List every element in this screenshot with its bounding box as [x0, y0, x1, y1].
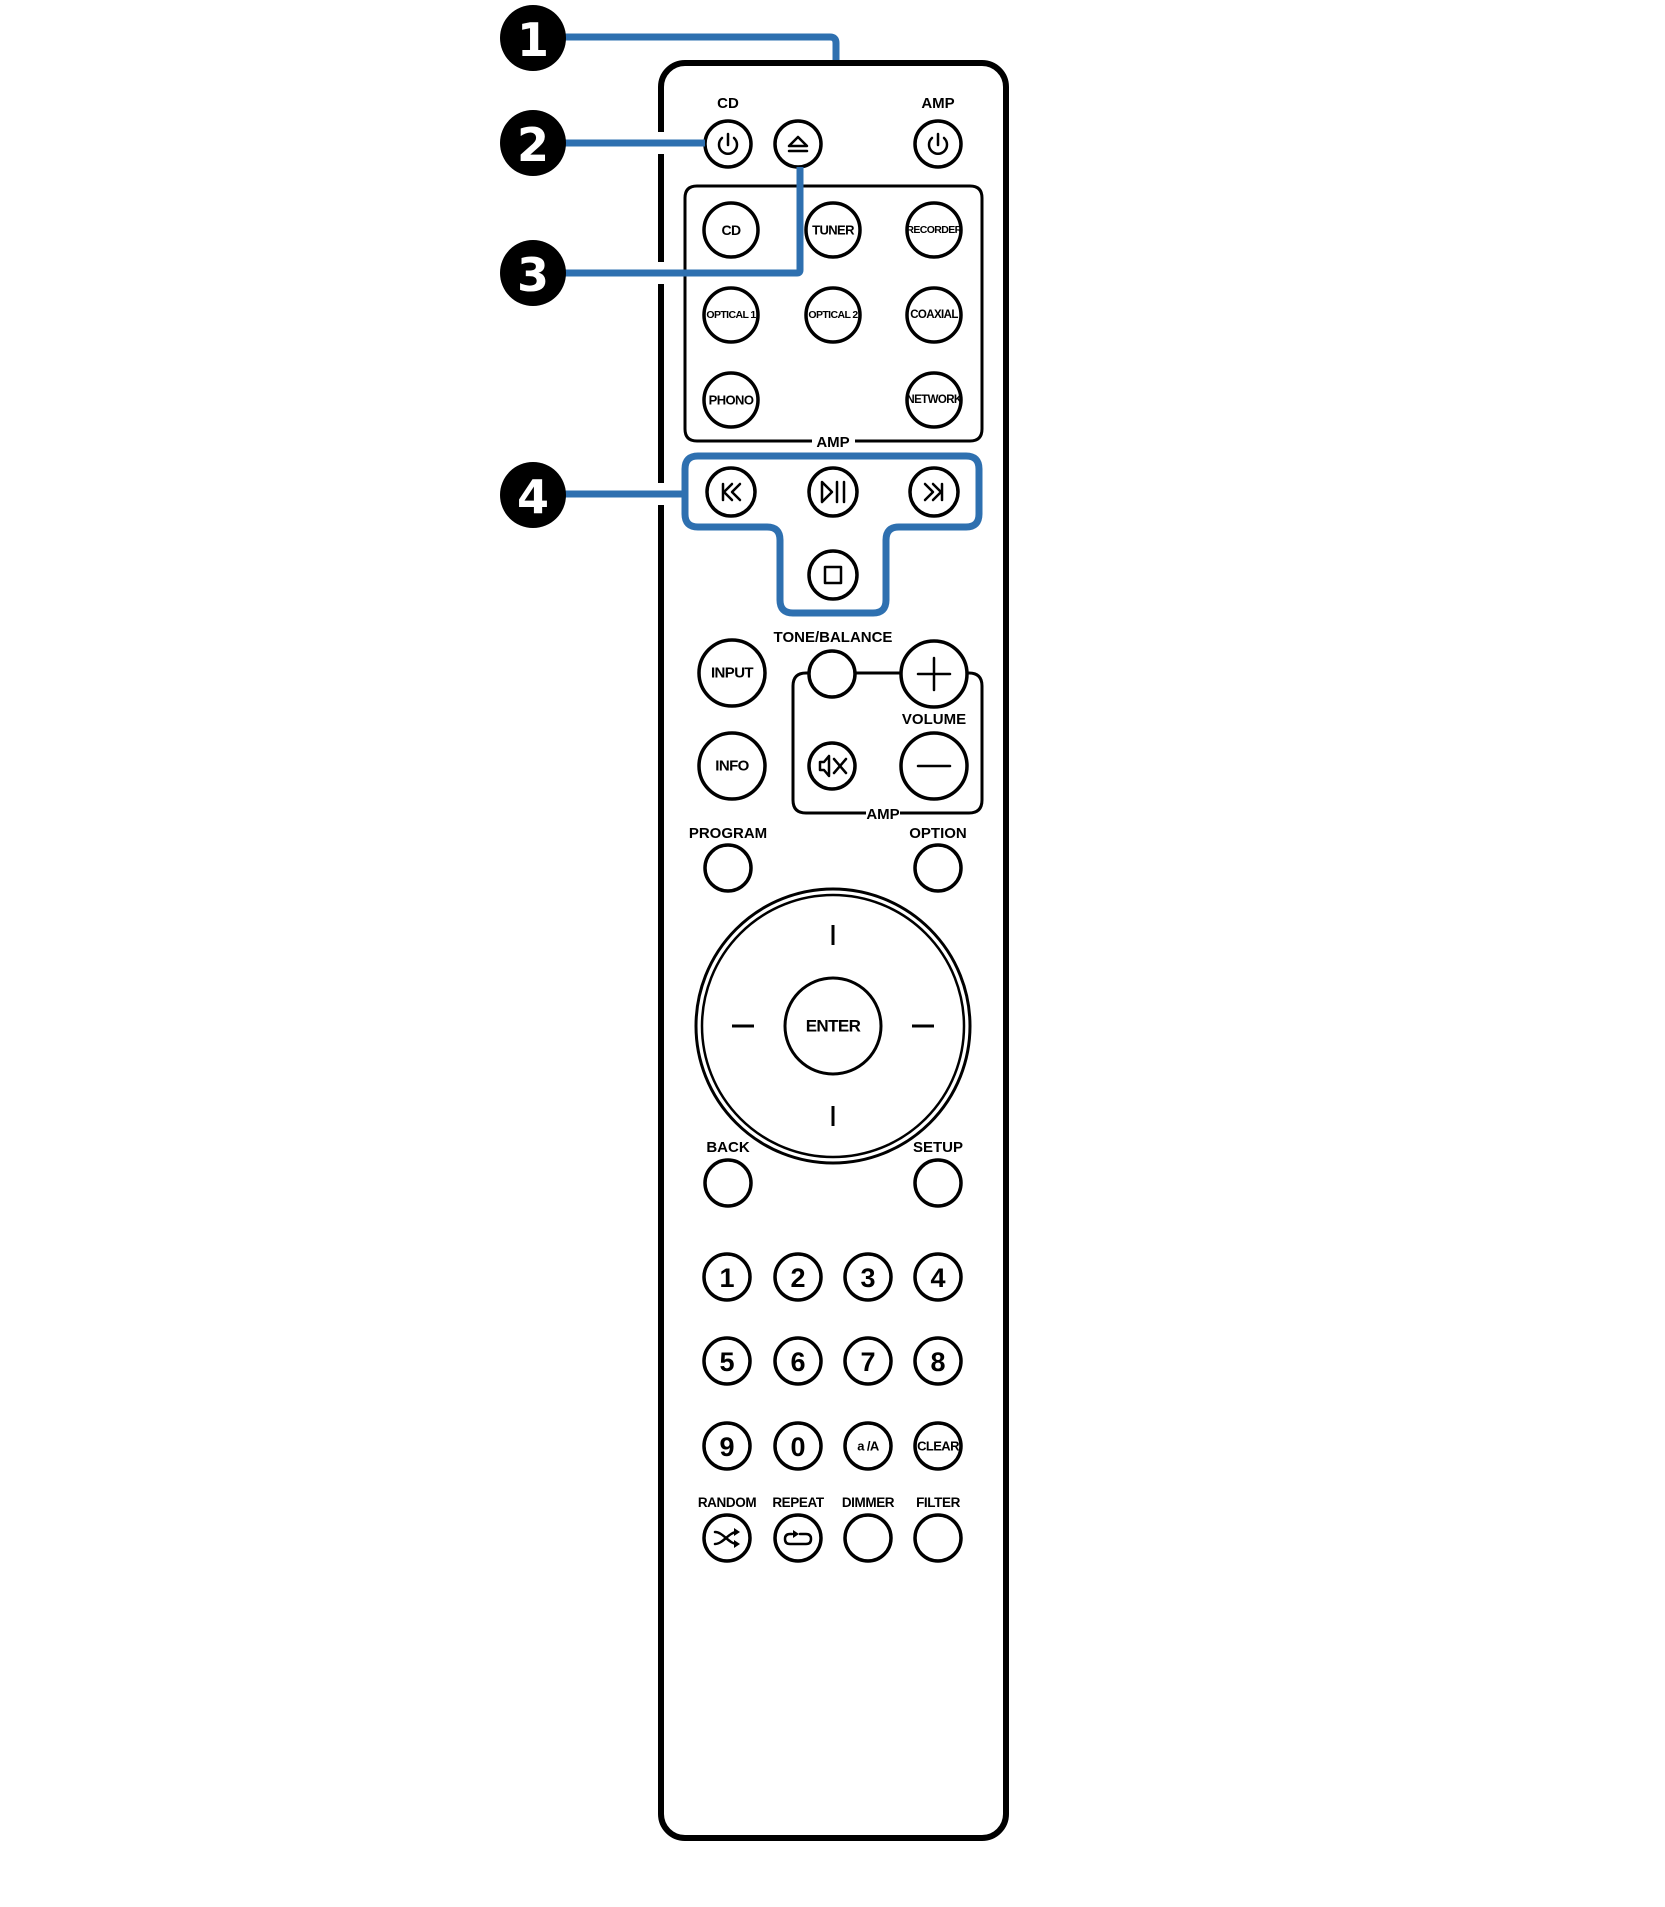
input-optical-1-button[interactable]: OPTICAL 1: [702, 286, 760, 344]
eject-button[interactable]: [773, 119, 823, 169]
input-button-label: PHONO: [709, 393, 754, 408]
random-label: RANDOM: [698, 1495, 756, 1510]
key-label: 2: [790, 1263, 805, 1293]
key-label: 3: [860, 1263, 875, 1293]
setup-button[interactable]: [913, 1158, 963, 1208]
input-phono-button[interactable]: PHONO: [702, 371, 760, 429]
key-label: CLEAR: [917, 1439, 960, 1454]
amp-power-button[interactable]: [913, 119, 963, 169]
callout-2-number: 2: [517, 118, 549, 172]
key-label: 5: [719, 1347, 734, 1377]
volume-down-button[interactable]: [899, 731, 969, 801]
key-clear-button[interactable]: CLEAR: [913, 1421, 963, 1471]
key-6-button[interactable]: 6: [773, 1336, 823, 1386]
key-7-button[interactable]: 7: [843, 1336, 893, 1386]
input-button-label: RECORDER: [906, 224, 962, 236]
setup-label: SETUP: [913, 1139, 963, 1156]
callout-3-number: 3: [517, 248, 549, 302]
volume-block-amp-label: AMP: [866, 806, 899, 823]
input-optical-2-button[interactable]: OPTICAL 2: [804, 286, 862, 344]
input-button-label: CD: [721, 222, 741, 238]
key-9-button[interactable]: 9: [702, 1421, 752, 1471]
volume-up-button[interactable]: [899, 639, 969, 709]
key-label: a /A: [857, 1439, 880, 1454]
enter-button[interactable]: ENTER: [783, 976, 883, 1076]
key-label: 7: [860, 1347, 875, 1377]
key-4-button[interactable]: 4: [913, 1252, 963, 1302]
input-block-amp-label: AMP: [816, 434, 849, 451]
input-network-button[interactable]: NETWORK: [905, 371, 963, 429]
callout-4-number: 4: [517, 470, 549, 524]
key-label: 1: [719, 1263, 734, 1293]
input-button[interactable]: INPUT: [697, 638, 767, 708]
amp-power-label: AMP: [921, 95, 954, 112]
cd-power-button[interactable]: [703, 119, 753, 169]
previous-button[interactable]: [705, 466, 757, 518]
option-button[interactable]: [913, 843, 963, 893]
input-button-label: INPUT: [711, 665, 753, 682]
repeat-button[interactable]: [773, 1513, 823, 1563]
key-label: 9: [719, 1432, 734, 1462]
option-label: OPTION: [909, 825, 967, 842]
volume-label: VOLUME: [902, 711, 966, 728]
repeat-label: REPEAT: [772, 1495, 825, 1510]
input-recorder-button[interactable]: RECORDER: [905, 201, 963, 259]
back-label: BACK: [706, 1139, 749, 1156]
key-3-button[interactable]: 3: [843, 1252, 893, 1302]
input-button-label: NETWORK: [906, 394, 963, 406]
random-button[interactable]: [702, 1513, 752, 1563]
key-label: 6: [790, 1347, 805, 1377]
info-button-label: INFO: [715, 758, 749, 775]
program-label: PROGRAM: [689, 825, 767, 842]
input-cd-button[interactable]: CD: [702, 201, 760, 259]
key-1-button[interactable]: 1: [702, 1252, 752, 1302]
next-button[interactable]: [908, 466, 960, 518]
key-label: 0: [790, 1432, 805, 1462]
cd-power-label: CD: [717, 95, 739, 112]
mute-button[interactable]: [807, 741, 857, 791]
input-coaxial-button[interactable]: COAXIAL: [905, 286, 963, 344]
input-tuner-button[interactable]: TUNER: [804, 201, 862, 259]
key-2-button[interactable]: 2: [773, 1252, 823, 1302]
input-button-label: COAXIAL: [910, 309, 958, 321]
enter-button-label: ENTER: [806, 1017, 861, 1036]
key-label: 8: [930, 1347, 945, 1377]
key-a-a-button[interactable]: a /A: [843, 1421, 893, 1471]
tone-balance-label: TONE/BALANCE: [774, 629, 893, 646]
remote-diagram: CD AMP AMP CD TUNER RECORDER OPTICAL 1 OPTIC…: [500, 5, 1009, 1841]
key-0-button[interactable]: 0: [773, 1421, 823, 1471]
key-5-button[interactable]: 5: [702, 1336, 752, 1386]
callout-4: 4: [500, 462, 685, 528]
play-pause-button[interactable]: [807, 466, 859, 518]
back-button[interactable]: [703, 1158, 753, 1208]
key-label: 4: [930, 1263, 945, 1293]
callout-1-number: 1: [517, 13, 549, 67]
stop-button[interactable]: [807, 549, 859, 601]
program-button[interactable]: [703, 843, 753, 893]
key-8-button[interactable]: 8: [913, 1336, 963, 1386]
filter-label: FILTER: [916, 1495, 960, 1510]
dimmer-button[interactable]: [843, 1513, 893, 1563]
input-button-label: OPTICAL 2: [808, 309, 858, 321]
dimmer-label: DIMMER: [842, 1495, 895, 1510]
tone-balance-button[interactable]: [807, 649, 857, 699]
input-button-label: OPTICAL 1: [706, 309, 756, 321]
info-button[interactable]: INFO: [697, 731, 767, 801]
input-button-label: TUNER: [812, 223, 855, 238]
filter-button[interactable]: [913, 1513, 963, 1563]
